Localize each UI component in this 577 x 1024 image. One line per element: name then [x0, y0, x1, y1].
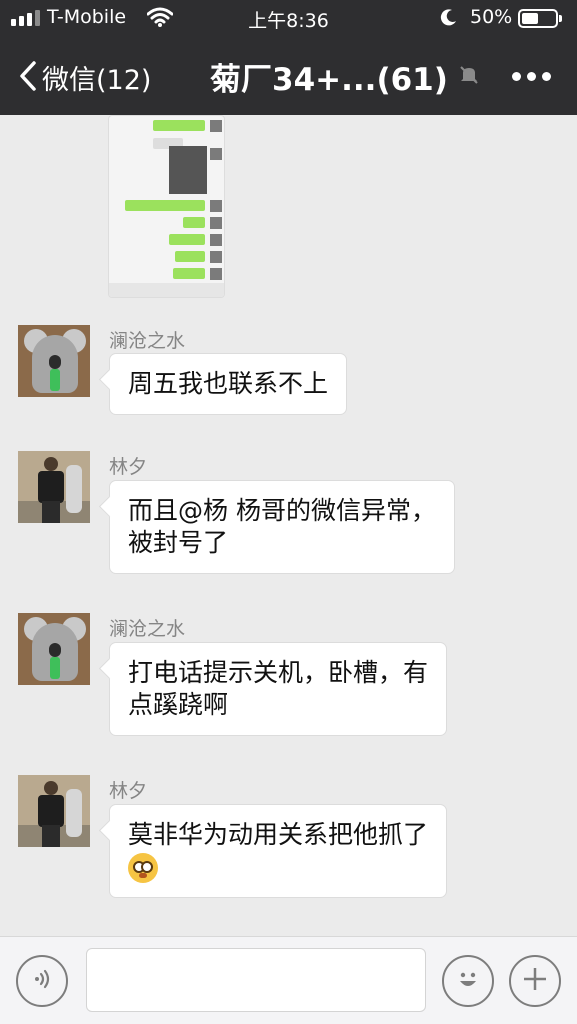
- flushed-face-icon: [128, 853, 158, 883]
- sender-name: 澜沧之水: [109, 330, 186, 352]
- image-detail: [210, 148, 222, 160]
- image-detail: [210, 268, 222, 280]
- battery-icon: [518, 9, 562, 28]
- message-bubble[interactable]: 莫非华为动用关系把他抓了: [109, 804, 448, 898]
- image-detail: [175, 251, 205, 262]
- message-bubble[interactable]: 周五我也联系不上: [109, 353, 348, 415]
- image-detail: [210, 234, 222, 246]
- person-avatar[interactable]: [18, 775, 90, 847]
- sender-name: 林夕: [109, 456, 148, 478]
- nav-bar: 微信(12) 菊厂34+...(61): [0, 44, 577, 108]
- message-text: 点蹊跷啊: [128, 690, 229, 719]
- image-detail: [173, 268, 205, 279]
- plus-icon: [521, 965, 549, 997]
- more-dots-icon[interactable]: [512, 72, 551, 81]
- image-detail: [183, 217, 205, 228]
- input-bar: [0, 936, 577, 1024]
- message-input[interactable]: [86, 948, 426, 1012]
- image-detail: [153, 120, 205, 131]
- message-text: 被封号了: [128, 528, 229, 557]
- page-title: 菊厂34+...(61): [210, 62, 448, 98]
- image-detail: [109, 283, 224, 297]
- voice-icon: [30, 967, 54, 995]
- smiley-icon: [453, 964, 483, 998]
- shared-image-message[interactable]: [108, 115, 225, 298]
- status-bar: T-Mobile 上午8:36 50%: [0, 0, 577, 36]
- plus-button[interactable]: [509, 955, 561, 1007]
- koala-avatar[interactable]: [18, 325, 90, 397]
- voice-button[interactable]: [16, 955, 68, 1007]
- image-detail: [210, 120, 222, 132]
- image-detail: [169, 234, 205, 245]
- message-text: 打电话提示关机，卧槽，有: [128, 658, 429, 687]
- message-bubble[interactable]: 而且@杨 杨哥的微信异常， 被封号了: [109, 480, 455, 574]
- message-text: 周五我也联系不上: [128, 369, 329, 398]
- image-detail: [210, 200, 222, 212]
- image-detail: [210, 217, 222, 229]
- message-text: 而且@杨 杨哥的微信异常，: [128, 496, 436, 525]
- person-avatar[interactable]: [18, 451, 90, 523]
- chat-title-area: 菊厂34+...(61): [210, 54, 480, 99]
- back-label: 微信(12): [42, 65, 152, 96]
- image-detail: [125, 200, 205, 211]
- koala-avatar[interactable]: [18, 613, 90, 685]
- message-text: 莫非华为动用关系把他抓了: [128, 820, 429, 849]
- sender-name: 澜沧之水: [109, 618, 186, 640]
- sender-name: 林夕: [109, 780, 148, 802]
- emoji-button[interactable]: [442, 955, 494, 1007]
- bell-muted-icon: [458, 64, 480, 90]
- image-detail: [169, 146, 207, 194]
- chevron-left-icon: [18, 60, 38, 96]
- back-button[interactable]: 微信(12): [18, 58, 151, 97]
- image-detail: [210, 251, 222, 263]
- header: T-Mobile 上午8:36 50% 微信(12) 菊厂34+...(61): [0, 0, 577, 115]
- message-bubble[interactable]: 打电话提示关机，卧槽，有 点蹊跷啊: [109, 642, 448, 736]
- battery-level: [522, 13, 538, 24]
- moon-icon: [440, 8, 458, 31]
- battery-percent: 50%: [470, 6, 513, 28]
